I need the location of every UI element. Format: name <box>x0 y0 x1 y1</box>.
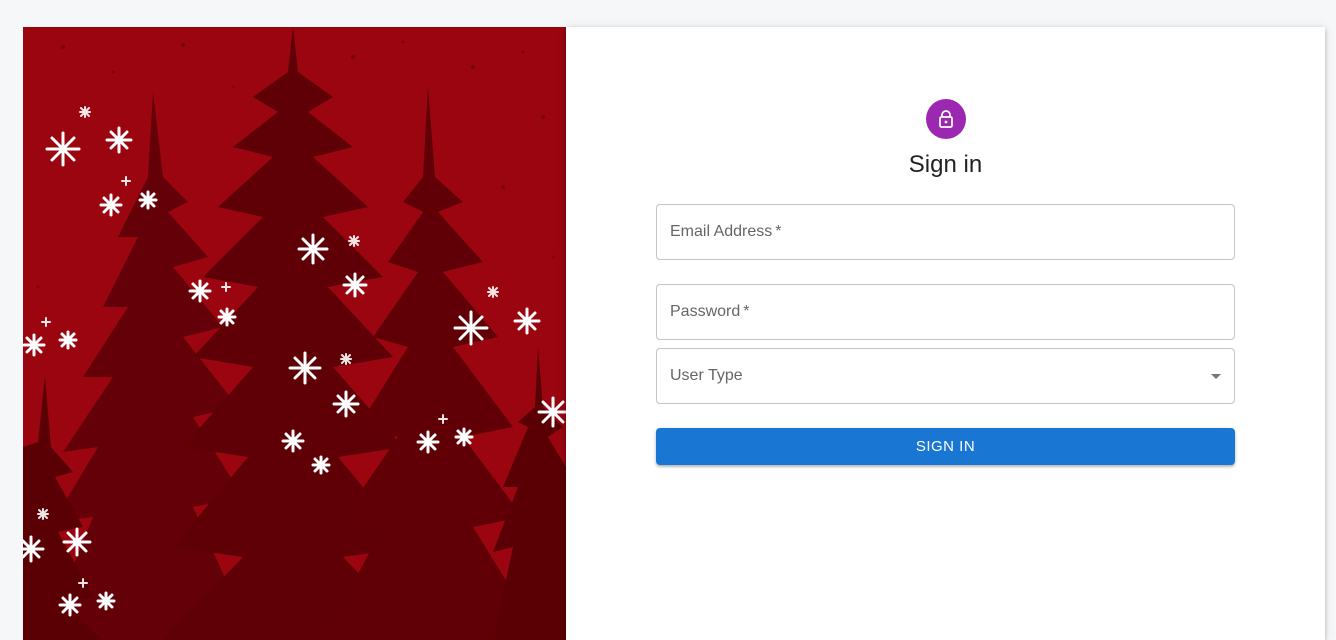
signin-form: Sign in Email Address * Password * User Ty… <box>656 99 1235 465</box>
required-mark: * <box>743 303 750 320</box>
lock-avatar <box>925 99 966 139</box>
user-type-label: User Type <box>670 367 743 384</box>
chevron-down-icon <box>1211 374 1221 379</box>
email-field[interactable]: Email Address * <box>656 204 1235 260</box>
required-mark: * <box>775 223 782 240</box>
hero-image <box>23 27 566 640</box>
user-type-select[interactable]: User Type <box>656 348 1235 404</box>
page-title: Sign in <box>908 151 983 178</box>
password-field[interactable]: Password * <box>656 284 1235 340</box>
signin-panel: Sign in Email Address * Password * User Ty… <box>566 27 1325 640</box>
signin-page: Sign in Email Address * Password * User Ty… <box>23 27 1325 640</box>
winter-forest-illustration <box>23 27 566 640</box>
password-label: Password * <box>670 303 750 320</box>
sign-in-button[interactable]: SIGN IN <box>656 428 1235 465</box>
lock-icon <box>938 110 953 128</box>
email-label: Email Address * <box>670 223 782 240</box>
